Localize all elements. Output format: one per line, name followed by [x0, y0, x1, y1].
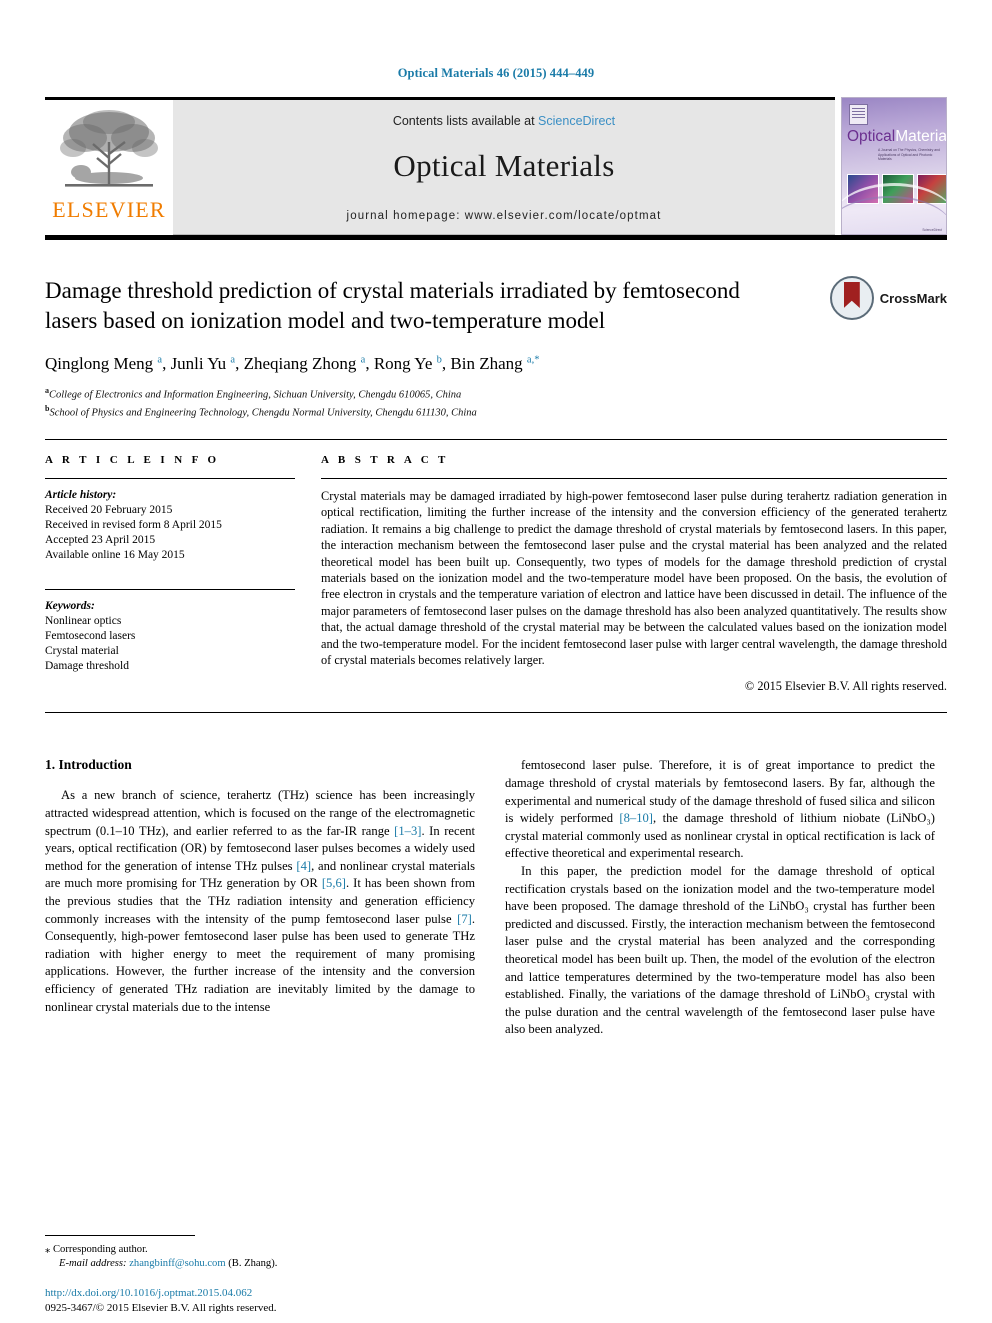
abstract-column: A B S T R A C T Crystal materials may be… [321, 454, 947, 694]
contents-prefix: Contents lists available at [392, 114, 539, 128]
email-owner: (B. Zhang). [228, 1258, 278, 1269]
keywords-divider [45, 589, 295, 590]
abstract-copyright: © 2015 Elsevier B.V. All rights reserved… [744, 679, 947, 694]
keywords-label: Keywords: [45, 600, 95, 612]
citation-link[interactable]: [8–10] [619, 811, 653, 825]
crossmark-badge[interactable]: CrossMark [829, 276, 947, 320]
affiliation: aCollege of Electronics and Information … [45, 386, 462, 401]
journal-cover-thumbnail: OpticalMaterials A Journal on The Physic… [841, 97, 947, 235]
corresponding-author-text: Corresponding author. [52, 1244, 148, 1255]
article-page: Optical Materials 46 (2015) 444–449 ELSE… [0, 0, 992, 1323]
email-link[interactable]: zhangbinff@sohu.com [129, 1258, 225, 1269]
contents-available-line: Contents lists available at ScienceDirec… [393, 114, 615, 128]
cover-subtitle: A Journal on The Physics, Chemistry and … [878, 148, 940, 162]
elsevier-tree-icon [60, 110, 158, 187]
cover-title-part1: Optical [847, 128, 896, 145]
intro-paragraph-left: As a new branch of science, terahertz (T… [45, 788, 475, 1014]
citation-link[interactable]: [7] [457, 912, 472, 926]
cover-title-part2: Materials [895, 128, 947, 145]
article-history-item: Received 20 February 2015 [45, 504, 173, 516]
masthead-bottom-rule [45, 235, 947, 240]
article-history-item: Received in revised form 8 April 2015 [45, 519, 222, 531]
intro-paragraph-right-2: In this paper, the prediction model for … [505, 864, 935, 1037]
affiliation-list: aCollege of Electronics and Information … [45, 384, 947, 419]
email-line: E-mail address: zhangbinff@sohu.com (B. … [45, 1257, 475, 1271]
intro-paragraph-right-1: femtosecond laser pulse. Therefore, it i… [505, 758, 935, 861]
corresponding-author-line: ⁎ Corresponding author. [45, 1243, 475, 1257]
article-history-item: Accepted 23 April 2015 [45, 534, 156, 546]
citation-link[interactable]: [5,6] [322, 876, 346, 890]
issn-copyright-line: 0925-3467/© 2015 Elsevier B.V. All right… [45, 1301, 277, 1314]
article-info-heading: A R T I C L E I N F O [45, 454, 220, 466]
corresponding-marker: ⁎ [45, 1244, 51, 1255]
article-history-label: Article history: [45, 489, 117, 501]
crossmark-icon [829, 276, 874, 320]
elsevier-wordmark: ELSEVIER [52, 197, 166, 222]
footnote-rule [45, 1235, 195, 1236]
section-heading-introduction: 1. Introduction [45, 757, 132, 773]
doi-block: http://dx.doi.org/10.1016/j.optmat.2015.… [45, 1286, 277, 1315]
body-column-left: 1. Introduction As a new branch of scien… [45, 757, 475, 1039]
info-abstract-section: A R T I C L E I N F O Article history: R… [45, 439, 947, 694]
sciencedirect-link[interactable]: ScienceDirect [538, 114, 615, 128]
elsevier-logo: ELSEVIER [45, 97, 173, 235]
article-info-divider [45, 478, 295, 479]
email-label: E-mail address: [59, 1258, 127, 1269]
keyword-item: Femtosecond lasers [45, 630, 136, 642]
keyword-item: Nonlinear optics [45, 615, 122, 627]
article-info-column: A R T I C L E I N F O Article history: R… [45, 454, 295, 694]
citation-link[interactable]: [4] [296, 859, 311, 873]
journal-homepage-link[interactable]: journal homepage: www.elsevier.com/locat… [347, 210, 662, 222]
body-column-right: femtosecond laser pulse. Therefore, it i… [505, 757, 935, 1039]
cover-title: OpticalMaterials [847, 128, 947, 146]
abstract-heading: A B S T R A C T [321, 454, 449, 466]
doi-link[interactable]: http://dx.doi.org/10.1016/j.optmat.2015.… [45, 1286, 277, 1301]
title-block: CrossMark Damage threshold prediction of… [45, 276, 947, 419]
journal-title: Optical Materials [393, 148, 615, 183]
keywords-group: Keywords: Nonlinear optics Femtosecond la… [45, 599, 295, 674]
abstract-text: Crystal materials may be damaged irradia… [321, 489, 947, 668]
page-title: Damage threshold prediction of crystal m… [45, 278, 740, 333]
keywords-list: Nonlinear optics Femtosecond lasers Crysta… [45, 614, 295, 674]
keyword-item: Damage threshold [45, 660, 129, 672]
footnote-block: ⁎ Corresponding author. E-mail address: … [45, 1235, 475, 1271]
article-history-group: Article history: Received 20 February 20… [45, 488, 295, 563]
body-columns: 1. Introduction As a new branch of scien… [45, 757, 947, 1039]
crossmark-label: CrossMark [879, 290, 947, 306]
masthead-center: Contents lists available at ScienceDirec… [173, 97, 835, 235]
running-head: Optical Materials 46 (2015) 444–449 [397, 66, 595, 80]
abstract-bottom-rule [45, 712, 947, 714]
keyword-item: Crystal material [45, 645, 119, 657]
cover-elsevier-icon [849, 104, 868, 125]
author-list: Qinglong Meng a, Junli Yu a, Zheqiang Zh… [45, 354, 540, 373]
journal-masthead: ELSEVIER Contents lists available at Sci… [45, 97, 947, 235]
cover-footer-text: ScienceDirect [922, 228, 942, 232]
article-history-item: Available online 16 May 2015 [45, 549, 185, 561]
affiliation: bSchool of Physics and Engineering Techn… [45, 403, 477, 419]
citation-link[interactable]: [1–3] [394, 824, 421, 838]
article-history-list: Received 20 February 2015 Received in rev… [45, 503, 295, 563]
abstract-divider [321, 478, 947, 479]
